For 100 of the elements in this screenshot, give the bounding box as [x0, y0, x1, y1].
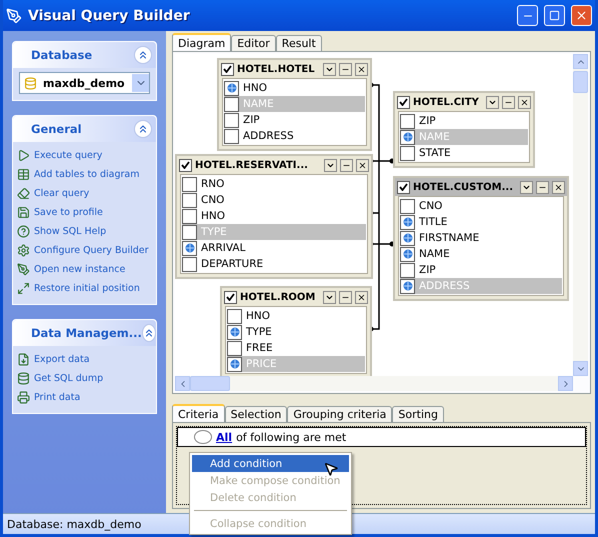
- sidebar-link[interactable]: Restore initial position: [34, 283, 140, 294]
- field-row[interactable]: ARRIVAL: [182, 240, 366, 256]
- scroll-down-button[interactable]: [573, 361, 588, 376]
- field-row[interactable]: DEPARTURE: [182, 256, 366, 272]
- database-select[interactable]: maxdb_demo: [19, 72, 150, 94]
- checkbox[interactable]: [182, 208, 197, 224]
- dropdown-button[interactable]: [324, 158, 337, 172]
- checkbox[interactable]: [182, 256, 197, 272]
- field-row[interactable]: NAME: [400, 246, 562, 262]
- sidebar-link[interactable]: Configure Query Builder: [34, 245, 149, 256]
- field-row[interactable]: HNO: [182, 208, 366, 224]
- field-row[interactable]: CNO: [182, 192, 366, 208]
- field-row[interactable]: TITLE: [400, 214, 562, 230]
- field-row[interactable]: FREE: [227, 340, 365, 356]
- checkbox[interactable]: [400, 114, 415, 128]
- checkbox[interactable]: [182, 224, 197, 240]
- checkbox[interactable]: [397, 180, 410, 194]
- table-node[interactable]: HOTEL.ROOM HNO TYPE FREE PRICE: [220, 286, 372, 376]
- minimize-button[interactable]: [340, 158, 353, 172]
- field-row[interactable]: HNO: [227, 308, 365, 324]
- table-node[interactable]: HOTEL.RESERVATI... RNO CNO HNO TYPE ARRIVAL DEPARTURE: [175, 154, 373, 279]
- horizontal-scrollbar[interactable]: [175, 376, 573, 391]
- sidebar-link[interactable]: Print data: [34, 392, 80, 403]
- collapse-button[interactable]: [134, 46, 152, 64]
- tab[interactable]: Result: [276, 35, 322, 51]
- checkbox[interactable]: [221, 62, 234, 76]
- table-name: HOTEL.HOTEL: [237, 64, 316, 74]
- minimize-button[interactable]: [339, 62, 352, 76]
- tab[interactable]: Grouping criteria: [287, 406, 392, 422]
- checkbox[interactable]: [400, 198, 415, 214]
- checkbox[interactable]: [182, 192, 197, 208]
- tab[interactable]: Diagram: [172, 33, 232, 51]
- field-row[interactable]: ZIP: [400, 262, 562, 278]
- checkbox[interactable]: [182, 176, 197, 192]
- all-link[interactable]: All: [216, 430, 232, 444]
- field-row[interactable]: TYPE: [227, 324, 365, 340]
- tab[interactable]: Editor: [231, 35, 276, 51]
- sidebar-link[interactable]: Export data: [34, 354, 90, 365]
- close-button[interactable]: [552, 180, 565, 194]
- dropdown-button[interactable]: [323, 62, 336, 76]
- scroll-thumb[interactable]: [573, 71, 588, 93]
- checkbox[interactable]: [227, 340, 242, 356]
- collapse-button[interactable]: [134, 120, 152, 138]
- dropdown-button[interactable]: [323, 290, 336, 304]
- field-row[interactable]: HNO: [224, 80, 365, 96]
- table-node[interactable]: HOTEL.CITY ZIP NAME STATE: [393, 91, 535, 168]
- tab[interactable]: Selection: [224, 406, 288, 422]
- menu-item[interactable]: Add condition: [192, 455, 349, 472]
- checkbox[interactable]: [400, 262, 415, 278]
- sidebar-link[interactable]: Show SQL Help: [34, 226, 106, 237]
- field-row[interactable]: ZIP: [224, 112, 365, 128]
- checkbox[interactable]: [182, 240, 197, 256]
- checkbox[interactable]: [227, 308, 242, 324]
- tab[interactable]: Criteria: [172, 404, 225, 422]
- checkbox[interactable]: [224, 96, 239, 112]
- checkbox[interactable]: [227, 356, 242, 372]
- dropdown-button[interactable]: [520, 180, 533, 194]
- dropdown-button[interactable]: [486, 96, 499, 108]
- checkbox[interactable]: [224, 80, 239, 96]
- checkbox[interactable]: [179, 158, 192, 172]
- checkbox[interactable]: [400, 230, 415, 246]
- scroll-thumb[interactable]: [190, 376, 230, 391]
- vertical-scrollbar[interactable]: [573, 54, 588, 376]
- minimize-button[interactable]: [339, 290, 352, 304]
- close-button[interactable]: [355, 290, 368, 304]
- sidebar-link[interactable]: Open new instance: [34, 264, 126, 275]
- field-row[interactable]: ZIP: [400, 113, 528, 129]
- sidebar-link[interactable]: Get SQL dump: [34, 373, 104, 384]
- table-node[interactable]: HOTEL.HOTEL HNO NAME ZIP ADDRESS: [217, 58, 372, 151]
- scroll-left-button[interactable]: [175, 376, 190, 391]
- checkbox[interactable]: [224, 290, 237, 304]
- field-row[interactable]: STATE: [400, 145, 528, 161]
- collapse-button[interactable]: [142, 324, 156, 342]
- checkbox[interactable]: [400, 278, 415, 294]
- table-node[interactable]: HOTEL.CUSTOM... CNO TITLE FIRSTNAME NAME ZIP ADDRESS: [393, 176, 569, 301]
- tab[interactable]: Sorting: [392, 406, 444, 422]
- sidebar-link[interactable]: Execute query: [34, 150, 102, 161]
- field-row[interactable]: CNO: [400, 198, 562, 214]
- maximize-button[interactable]: [544, 5, 565, 26]
- scroll-up-button[interactable]: [573, 54, 588, 69]
- checkbox[interactable]: [400, 130, 415, 144]
- checkbox[interactable]: [400, 214, 415, 230]
- field-row[interactable]: RNO: [182, 176, 366, 192]
- field-row[interactable]: ADDRESS: [224, 128, 365, 144]
- field-row[interactable]: FIRSTNAME: [400, 230, 562, 246]
- sidebar-link[interactable]: Add tables to diagram: [34, 169, 140, 180]
- scroll-right-button[interactable]: [558, 376, 573, 391]
- checkbox[interactable]: [400, 146, 415, 160]
- sidebar-link[interactable]: Save to profile: [34, 207, 103, 218]
- checkbox[interactable]: [224, 112, 239, 128]
- checkbox[interactable]: [227, 324, 242, 340]
- minimize-button[interactable]: [502, 96, 515, 108]
- sidebar-link[interactable]: Clear query: [34, 188, 90, 199]
- minimize-button[interactable]: [536, 180, 549, 194]
- checkbox[interactable]: [224, 128, 239, 144]
- close-button[interactable]: [355, 62, 368, 76]
- checkbox[interactable]: [400, 246, 415, 262]
- checkbox[interactable]: [397, 96, 410, 108]
- close-button[interactable]: [356, 158, 369, 172]
- close-button[interactable]: [518, 96, 531, 108]
